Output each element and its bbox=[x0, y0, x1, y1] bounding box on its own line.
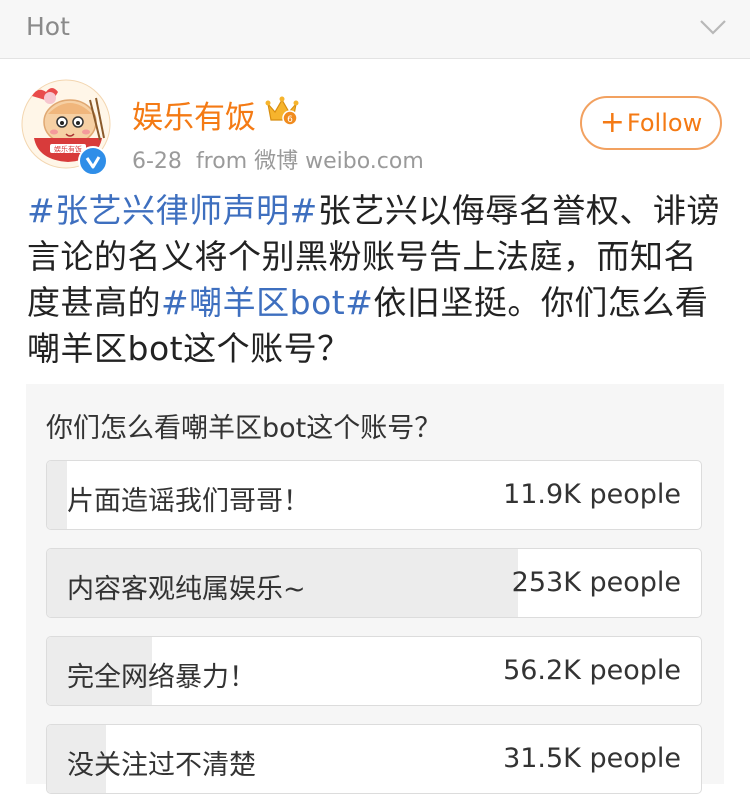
poll-option[interactable]: 没关注过不清楚 31.5K people bbox=[46, 724, 702, 794]
poll-option-count: 11.9K people bbox=[503, 479, 681, 510]
hot-title: Hot bbox=[26, 12, 70, 41]
poll-option[interactable]: 完全网络暴力！ 56.2K people bbox=[46, 636, 702, 706]
topic-link[interactable]: #张艺兴律师声明# bbox=[27, 191, 318, 230]
plus-icon: + bbox=[599, 105, 625, 140]
poll-card: 你们怎么看嘲羊区bot这个账号？ 片面造谣我们哥哥！ 11.9K people … bbox=[26, 384, 724, 794]
verified-badge-icon bbox=[78, 146, 108, 176]
topic-link[interactable]: #嘲羊区bot# bbox=[161, 283, 373, 322]
follow-button[interactable]: + Follow bbox=[580, 96, 722, 150]
poll-question: 你们怎么看嘲羊区bot这个账号？ bbox=[46, 413, 442, 444]
follow-label: Follow bbox=[626, 109, 703, 137]
post-date: 6-28 bbox=[132, 149, 182, 174]
poll-option-count: 31.5K people bbox=[503, 743, 681, 774]
poll-option-count: 253K people bbox=[511, 567, 681, 598]
poll-option-label: 片面造谣我们哥哥！ bbox=[67, 486, 310, 517]
poll-option-label: 内容客观纯属娱乐~ bbox=[67, 574, 306, 605]
svg-text:6: 6 bbox=[287, 115, 293, 125]
chevron-down-icon[interactable] bbox=[698, 16, 728, 38]
post-meta: 6-28 from 微博 weibo.com bbox=[132, 143, 424, 175]
poll-option-bar bbox=[47, 461, 67, 529]
poll-option[interactable]: 片面造谣我们哥哥！ 11.9K people bbox=[46, 460, 702, 530]
post-source: from 微博 weibo.com bbox=[195, 149, 424, 174]
poll-option-count: 56.2K people bbox=[503, 655, 681, 686]
poll-option[interactable]: 内容客观纯属娱乐~ 253K people bbox=[46, 548, 702, 618]
top-bar: Hot bbox=[0, 0, 750, 59]
post-text: #张艺兴律师声明#张艺兴以侮辱名誉权、诽谤言论的名义将个别黑粉账号告上法庭，而知… bbox=[27, 188, 727, 372]
username[interactable]: 娱乐有饭 bbox=[132, 92, 256, 137]
poll-option-label: 完全网络暴力！ bbox=[67, 662, 256, 693]
crown-badge-icon: 6 bbox=[265, 96, 299, 126]
